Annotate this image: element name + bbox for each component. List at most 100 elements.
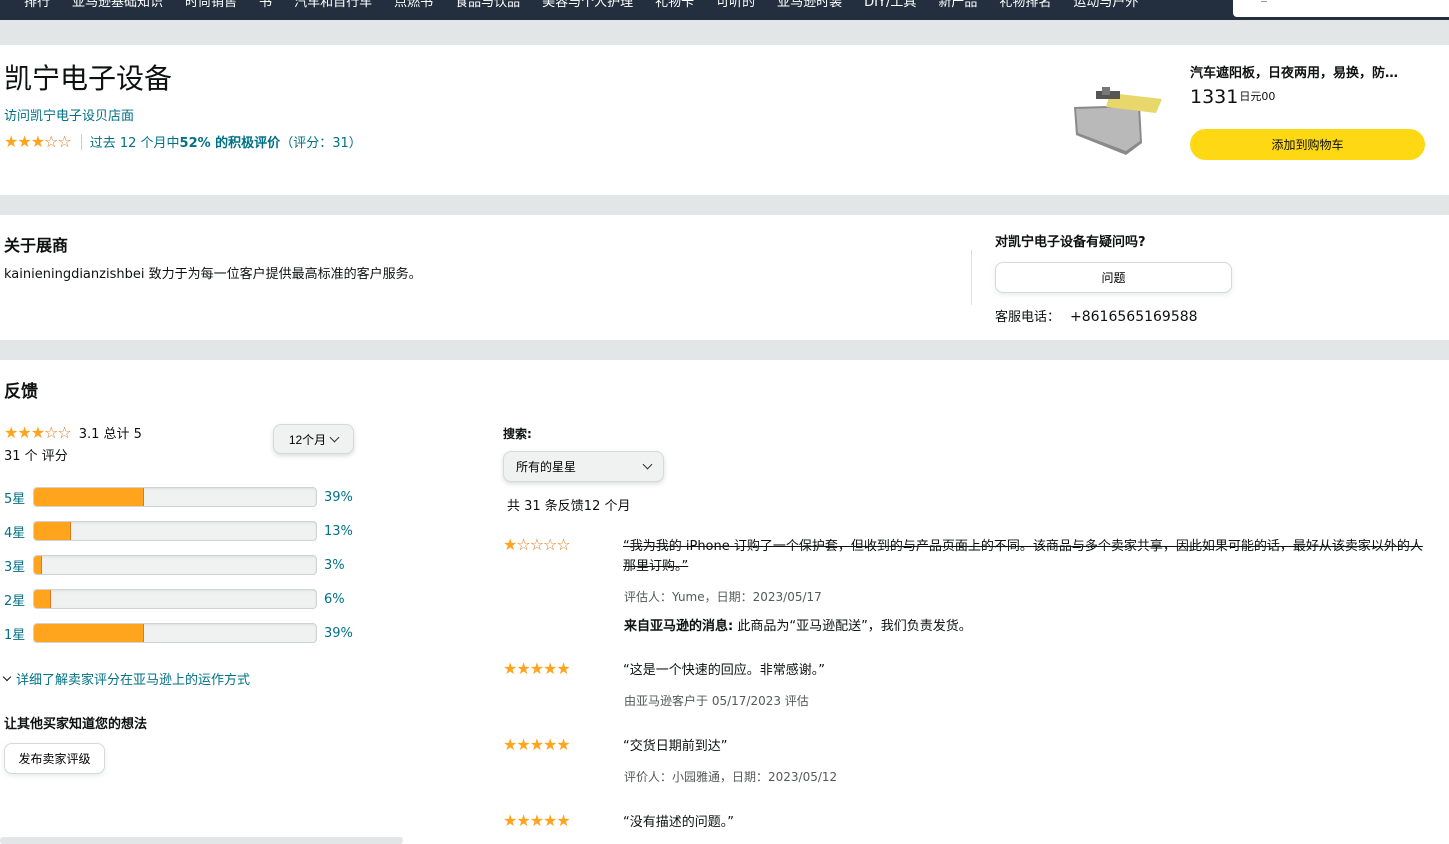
about-text: kainieningdianzishbei 致力于为每一位客户提供最高标准的客户…	[4, 267, 422, 282]
learn-more-link[interactable]: 详细了解卖家评分在亚马逊上的运作方式	[2, 669, 251, 688]
histogram-fill	[34, 556, 43, 574]
feedback-summary: ★★★☆☆ 3.1 总计 5	[4, 423, 142, 442]
histogram-row[interactable]: 5星 39%	[4, 487, 353, 507]
histogram-bar[interactable]	[33, 555, 317, 575]
average-rating: 3.1 总计 5	[78, 427, 142, 442]
seller-header-panel: 凯宁电子设备 访问凯宁电子设贝店面 ★★★☆☆ 过去 12 个月中52% 的积极…	[0, 45, 1449, 195]
amazon-message: 来自亚马逊的消息: 此商品为“亚马逊配送”，我们负责发货。	[624, 615, 972, 634]
histogram-percent[interactable]: 13%	[324, 524, 353, 539]
histogram-row[interactable]: 1星 39%	[4, 623, 353, 643]
price-whole: 1331	[1190, 86, 1239, 108]
nav-item[interactable]: DIY/工具	[853, 0, 927, 13]
histogram-fill	[34, 522, 71, 540]
histogram-row[interactable]: 3星 3%	[4, 555, 345, 575]
product-title[interactable]: 汽车遮阳板，日夜两用，易换，防…	[1190, 62, 1425, 81]
learn-more-label: 详细了解卖家评分在亚马逊上的运作方式	[16, 673, 251, 688]
histogram-fill	[34, 488, 144, 506]
about-title: 关于展商	[4, 236, 69, 255]
review-text: “这是一个快速的回应。非常感谢。”	[623, 663, 825, 678]
nav-item[interactable]: 时尚销售	[174, 0, 248, 13]
let-others-know-heading: 让其他买家知道您的想法	[4, 717, 148, 732]
nav-item[interactable]: 食品与饮品	[444, 0, 531, 13]
histogram-row[interactable]: 2星 6%	[4, 589, 345, 609]
nav-item[interactable]: 汽车和自行车	[283, 0, 383, 13]
review-stars-icon: ★☆☆☆☆	[503, 535, 571, 554]
seller-rating-row: ★★★☆☆ 过去 12 个月中52% 的积极评价（评分：31）	[4, 132, 362, 151]
search-label: 搜索:	[503, 427, 532, 441]
star-filter-label: 所有的星星	[516, 460, 577, 474]
star-filter-dropdown[interactable]: 所有的星星	[503, 451, 664, 482]
chevron-down-icon	[329, 432, 340, 442]
product-image[interactable]	[1070, 85, 1166, 157]
add-to-cart-button[interactable]: 添加到购物车	[1190, 129, 1425, 160]
nav-item[interactable]: 运动与户外	[1062, 0, 1149, 13]
feedback-title: 反馈	[4, 382, 38, 402]
chevron-down-icon	[642, 459, 653, 470]
store-link[interactable]: 访问凯宁电子设贝店面	[4, 105, 134, 124]
horizontal-scrollbar[interactable]	[0, 837, 403, 844]
histogram-row[interactable]: 4星 13%	[4, 521, 353, 541]
nav-item[interactable]: 新产品	[927, 0, 988, 13]
period-dropdown[interactable]: 12个月	[273, 424, 354, 454]
histogram-percent[interactable]: 3%	[324, 558, 345, 573]
review-text: “没有描述的问题。”	[623, 815, 734, 830]
rating-count: 31 个 评分	[4, 449, 68, 464]
nav-item[interactable]: 亚马逊时装	[766, 0, 853, 13]
nav-item[interactable]: 美容与个人护理	[531, 0, 644, 13]
histogram-bar[interactable]	[33, 589, 317, 609]
question-title: 对凯宁电子设备有疑问吗?	[995, 235, 1146, 250]
nav-item[interactable]: 亚马逊基础知识	[61, 0, 174, 13]
customer-service-phone: 客服电话： +8616565169588	[995, 306, 1198, 325]
post-seller-rating-button[interactable]: 发布卖家评级	[4, 743, 105, 774]
phone-number: +8616565169588	[1070, 309, 1198, 325]
top-nav-bar: 排行 亚马逊基础知识 时尚销售书汽车和自行车 点燃书 食品与饮品 美容与个人护理 礼物卡 可听…	[0, 0, 1449, 20]
nav-item[interactable]: 礼物排名	[988, 0, 1062, 13]
about-seller-panel: 关于展商 kainieningdianzishbei 致力于为每一位客户提供最高…	[0, 215, 1449, 340]
phone-label: 客服电话：	[995, 310, 1061, 325]
nav-item[interactable]: 点燃书	[383, 0, 444, 13]
ask-question-button[interactable]: 问题	[995, 262, 1232, 293]
histogram-label[interactable]: 5星	[4, 488, 33, 507]
nav-items: 排行 亚马逊基础知识 时尚销售书汽车和自行车 点燃书 食品与饮品 美容与个人护理 礼物卡 可听…	[0, 0, 1149, 13]
histogram-fill	[34, 590, 51, 608]
divider	[80, 133, 82, 150]
product-price: 1331 日元00	[1190, 86, 1275, 108]
nav-item[interactable]: 礼物卡	[644, 0, 705, 13]
feedback-total: 共 31 条反馈12 个月	[507, 499, 631, 514]
histogram-label[interactable]: 1星	[4, 624, 33, 643]
period-label: 12个月	[288, 432, 327, 447]
review-meta: 由亚马逊客户于 05/17/2023 评估	[624, 694, 809, 708]
histogram-label[interactable]: 3星	[4, 556, 33, 575]
average-stars-icon: ★★★☆☆	[4, 422, 72, 442]
histogram-label[interactable]: 2星	[4, 590, 33, 609]
amazon-message-text: 此商品为“亚马逊配送”，我们负责发货。	[733, 619, 972, 634]
histogram-bar[interactable]	[33, 521, 317, 541]
review-stars-icon: ★★★★★	[503, 735, 571, 754]
chevron-down-icon	[2, 672, 12, 681]
histogram-fill	[34, 624, 144, 642]
vertical-divider	[971, 250, 972, 305]
amazon-message-label: 来自亚马逊的消息:	[624, 619, 734, 634]
seller-rating-stars-icon: ★★★☆☆	[4, 131, 72, 151]
review-meta: 评价人：小园雅通，日期：2023/05/12	[624, 770, 838, 784]
histogram-label[interactable]: 4星	[4, 522, 33, 541]
search-caret-icon	[1261, 1, 1267, 2]
nav-item[interactable]: 排行	[0, 0, 61, 13]
rating-summary-positive: 52% 的积极评价	[179, 136, 281, 151]
nav-search-box[interactable]	[1233, 0, 1449, 17]
review-text: “交货日期前到达”	[623, 739, 728, 754]
review-text: “我为我的 iPhone 订购了一个保护套，但收到的与产品页面上的不同。该商品与…	[623, 539, 1423, 574]
review-meta: 评估人：Yume，日期：2023/05/17	[624, 590, 822, 604]
histogram-percent[interactable]: 39%	[324, 626, 353, 641]
price-fraction: 日元00	[1239, 90, 1276, 103]
nav-item[interactable]: 书	[248, 0, 283, 13]
rating-summary-prefix: 过去 12 个月中	[89, 136, 180, 151]
histogram-percent[interactable]: 39%	[324, 490, 353, 505]
feedback-panel: 反馈 ★★★☆☆ 3.1 总计 5 31 个 评分 12个月 5星 39% 4星 13…	[0, 360, 1449, 844]
histogram-percent[interactable]: 6%	[324, 592, 345, 607]
seller-rating-summary[interactable]: 过去 12 个月中52% 的积极评价（评分：31）	[90, 132, 362, 151]
rating-summary-count: （评分：31）	[280, 136, 362, 151]
nav-item[interactable]: 可听的	[705, 0, 766, 13]
histogram-bar[interactable]	[33, 487, 317, 507]
histogram-bar[interactable]	[33, 623, 317, 643]
